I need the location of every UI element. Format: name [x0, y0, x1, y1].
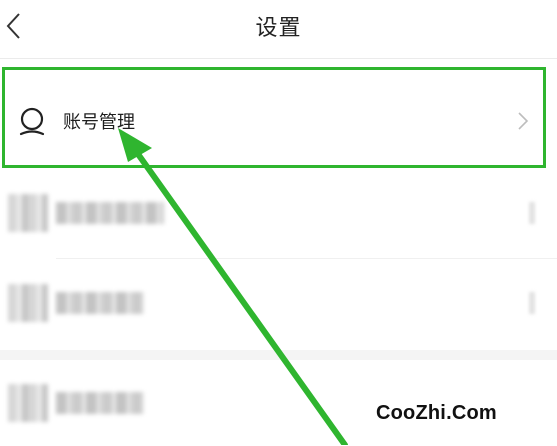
blurred-label — [56, 202, 164, 224]
row-divider — [56, 258, 557, 259]
blurred-icon — [8, 384, 48, 422]
blurred-icon — [8, 194, 48, 232]
watermark: CooZhi.Com — [376, 402, 497, 424]
chevron-right-icon — [529, 202, 535, 224]
top-bar: 设置 — [0, 0, 557, 56]
user-icon — [19, 107, 45, 136]
chevron-right-icon — [529, 292, 535, 314]
settings-item-blurred[interactable] — [0, 262, 557, 346]
settings-item-label: 账号管理 — [63, 112, 135, 133]
section-divider — [0, 350, 557, 360]
settings-item-blurred[interactable] — [0, 172, 557, 256]
chevron-right-icon — [518, 112, 529, 130]
settings-item-account-management[interactable]: 账号管理 — [2, 67, 546, 168]
blurred-icon — [8, 284, 48, 322]
blurred-label — [56, 392, 144, 414]
blurred-label — [56, 292, 144, 314]
page-title: 设置 — [255, 16, 302, 41]
header-divider — [0, 58, 557, 59]
